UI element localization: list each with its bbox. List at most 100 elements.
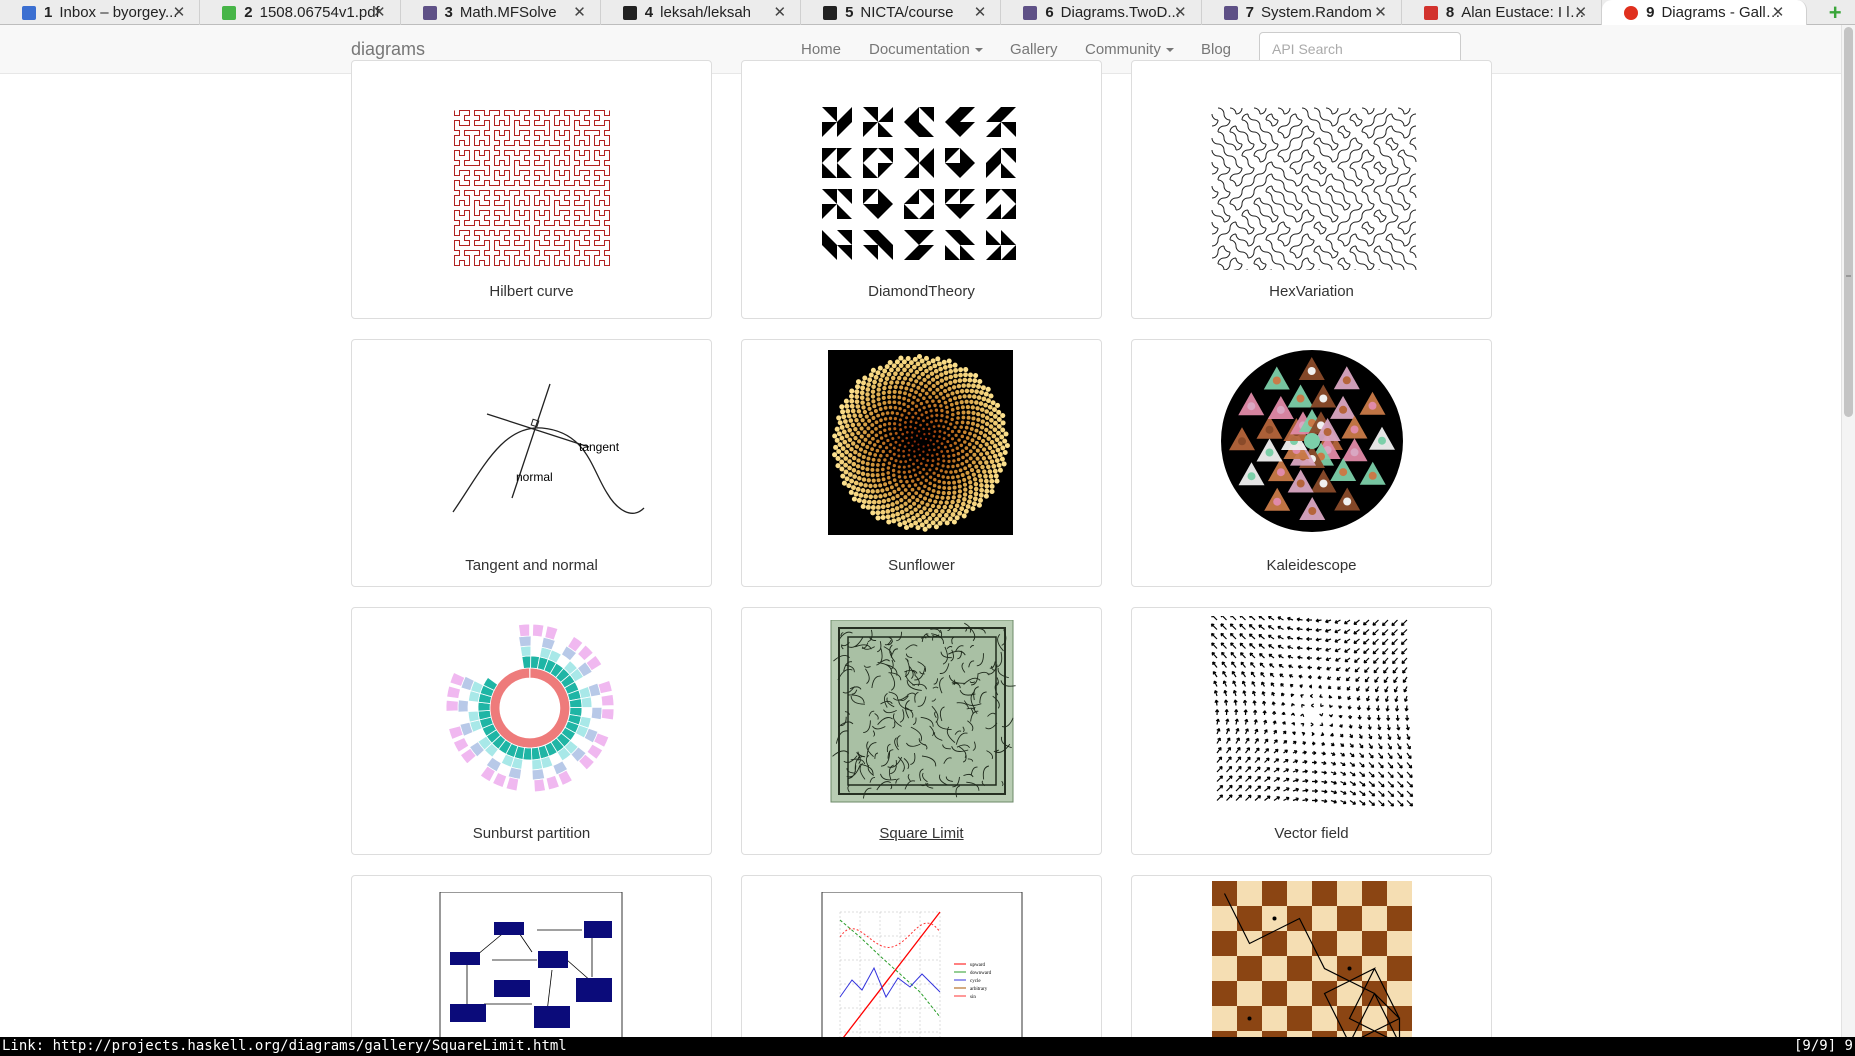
diamond-theory-thumbnail[interactable] bbox=[742, 106, 1102, 270]
gallery-card-diamondtheory[interactable]: DiamondTheory bbox=[741, 60, 1102, 319]
kaleidescope-thumbnail[interactable] bbox=[1132, 350, 1492, 535]
pdf-icon bbox=[222, 5, 237, 20]
tab-number: 5 bbox=[845, 4, 854, 21]
tab-label: leksah/leksah bbox=[660, 4, 752, 21]
close-icon[interactable]: ✕ bbox=[573, 3, 586, 21]
chevron-down-icon bbox=[974, 48, 983, 53]
hilbert-curve-thumbnail[interactable] bbox=[352, 106, 712, 270]
gallery-caption[interactable]: Kaleidescope bbox=[1132, 557, 1491, 574]
close-icon[interactable]: ✕ bbox=[1174, 3, 1187, 21]
chart-legend-entry: cycle bbox=[970, 979, 981, 984]
tab-number: 4 bbox=[644, 4, 654, 21]
gallery-caption[interactable]: Vector field bbox=[1132, 825, 1491, 842]
tangent-normal-thumbnail[interactable]: tangent normal bbox=[352, 350, 712, 535]
tab-label: Alan Eustace: I le... bbox=[1461, 4, 1587, 21]
close-icon[interactable]: ✕ bbox=[373, 3, 386, 21]
tab-number: 2 bbox=[244, 4, 253, 21]
tab-label: 1508.06754v1.pdf bbox=[259, 4, 380, 21]
nav-documentation-label: Documentation bbox=[869, 41, 970, 58]
nav-documentation-link[interactable]: Documentation bbox=[869, 41, 983, 58]
new-tab-button[interactable]: + bbox=[1815, 0, 1855, 25]
tab-position-indicator: [9/9] 9 bbox=[1793, 1038, 1853, 1054]
browser-tab-9[interactable]: 9 Diagrams - Gallery ✕ bbox=[1602, 0, 1808, 25]
browser-tab-5[interactable]: 5 NICTA/course ✕ bbox=[801, 0, 1002, 25]
gallery-caption[interactable]: Sunflower bbox=[742, 557, 1101, 574]
close-icon[interactable]: ✕ bbox=[974, 3, 987, 21]
chart-legend-entry: arbitrary bbox=[970, 987, 988, 992]
tab-number: 8 bbox=[1445, 4, 1455, 21]
chart-legend-entry: sin bbox=[970, 995, 976, 1000]
gallery-card-vector-field[interactable]: Vector field bbox=[1131, 607, 1492, 855]
ted-icon bbox=[1423, 5, 1438, 20]
gallery-caption[interactable]: Tangent and normal bbox=[352, 557, 711, 574]
close-icon[interactable]: ✕ bbox=[1374, 3, 1387, 21]
close-icon[interactable]: ✕ bbox=[1772, 3, 1785, 21]
tab-label: Diagrams - Gallery bbox=[1661, 4, 1787, 21]
gallery-caption[interactable]: Square Limit bbox=[742, 825, 1101, 842]
knights-tour-thumbnail[interactable] bbox=[1132, 881, 1492, 1037]
chart-legend-entry: upward bbox=[970, 963, 985, 968]
brand-link[interactable]: diagrams bbox=[351, 39, 425, 60]
browser-tab-7[interactable]: 7 System.Random ✕ bbox=[1202, 0, 1402, 25]
tab-number: 7 bbox=[1245, 4, 1254, 21]
gallery-card-line-chart[interactable]: upward downward cycle arbitrary sin bbox=[741, 875, 1102, 1037]
gallery-caption[interactable]: DiamondTheory bbox=[742, 283, 1101, 300]
haskell-icon bbox=[1223, 5, 1238, 20]
close-icon[interactable]: ✕ bbox=[773, 3, 786, 21]
gallery-card-sunburst[interactable]: Sunburst partition bbox=[351, 607, 712, 855]
github-icon bbox=[622, 5, 637, 20]
browser-tab-8[interactable]: 8 Alan Eustace: I le... ✕ bbox=[1402, 0, 1603, 25]
sunflower-thumbnail[interactable] bbox=[742, 350, 1102, 535]
line-chart-thumbnail[interactable]: upward downward cycle arbitrary sin bbox=[742, 892, 1102, 1037]
normal-label: normal bbox=[516, 470, 553, 484]
close-icon[interactable]: ✕ bbox=[173, 3, 186, 21]
grip-icon bbox=[1846, 275, 1851, 277]
page-scrollbar[interactable] bbox=[1841, 25, 1855, 1037]
hex-variation-thumbnail[interactable] bbox=[1132, 106, 1492, 270]
nav-home-link[interactable]: Home bbox=[801, 41, 841, 58]
nav-community-label: Community bbox=[1085, 41, 1161, 58]
link-status-text: Link: http://projects.haskell.org/diagra… bbox=[2, 1038, 567, 1054]
gallery-card-square-limit[interactable]: Square Limit bbox=[741, 607, 1102, 855]
browser-tab-1[interactable]: 1 Inbox – byorgey... ✕ bbox=[0, 0, 201, 25]
browser-window: 1 Inbox – byorgey... ✕ 2 1508.06754v1.pdf ✕ … bbox=[0, 0, 1855, 1056]
browser-tab-2[interactable]: 2 1508.06754v1.pdf ✕ bbox=[200, 0, 401, 25]
tab-label: Diagrams.TwoD... bbox=[1060, 4, 1180, 21]
nav-community-link[interactable]: Community bbox=[1085, 41, 1174, 58]
gallery-card-diagram-graph[interactable] bbox=[351, 875, 712, 1037]
diagrams-icon bbox=[1624, 5, 1639, 20]
nav-blog-link[interactable]: Blog bbox=[1201, 41, 1231, 58]
tab-label: Math.MFSolve bbox=[459, 4, 557, 21]
gallery-card-tangent-normal[interactable]: tangent normal Tangent and normal bbox=[351, 339, 712, 587]
browser-tab-6[interactable]: 6 Diagrams.TwoD... ✕ bbox=[1001, 0, 1202, 25]
gallery-caption[interactable]: Sunburst partition bbox=[352, 825, 711, 842]
tab-number: 1 bbox=[44, 4, 53, 21]
gallery-card-hilbert[interactable]: Hilbert curve bbox=[351, 60, 712, 319]
browser-tab-3[interactable]: 3 Math.MFSolve ✕ bbox=[401, 0, 601, 25]
tab-bar: 1 Inbox – byorgey... ✕ 2 1508.06754v1.pdf ✕ … bbox=[0, 0, 1855, 25]
gallery-card-kaleidescope[interactable]: Kaleidescope bbox=[1131, 339, 1492, 587]
tab-label: NICTA/course bbox=[860, 4, 954, 21]
gallery-caption[interactable]: HexVariation bbox=[1132, 283, 1491, 300]
vector-field-thumbnail[interactable] bbox=[1132, 616, 1492, 811]
nav-gallery-link[interactable]: Gallery bbox=[1010, 41, 1058, 58]
mail-icon bbox=[22, 5, 36, 20]
haskell-icon bbox=[422, 5, 437, 20]
gallery-caption[interactable]: Hilbert curve bbox=[352, 283, 711, 300]
haskell-icon bbox=[1023, 5, 1038, 20]
chart-legend-entry: downward bbox=[970, 971, 992, 976]
close-icon[interactable]: ✕ bbox=[1575, 3, 1588, 21]
gallery-card-knights-tour[interactable] bbox=[1131, 875, 1492, 1037]
graph-diagram-thumbnail[interactable] bbox=[352, 892, 712, 1037]
status-bar: Link: http://projects.haskell.org/diagra… bbox=[0, 1037, 1855, 1056]
square-limit-thumbnail[interactable] bbox=[742, 620, 1102, 803]
sunburst-thumbnail[interactable] bbox=[352, 618, 712, 803]
tab-label: Inbox – byorgey... bbox=[59, 4, 178, 21]
gallery-card-hexvariation[interactable]: HexVariation bbox=[1131, 60, 1492, 319]
browser-tab-4[interactable]: 4 leksah/leksah ✕ bbox=[601, 0, 802, 25]
chevron-down-icon bbox=[1165, 48, 1174, 53]
scrollbar-thumb[interactable] bbox=[1844, 27, 1853, 417]
gallery-card-sunflower[interactable]: Sunflower bbox=[741, 339, 1102, 587]
tab-label: System.Random bbox=[1260, 4, 1372, 21]
page-viewport: diagrams Home Documentation Gallery Comm… bbox=[0, 25, 1841, 1037]
